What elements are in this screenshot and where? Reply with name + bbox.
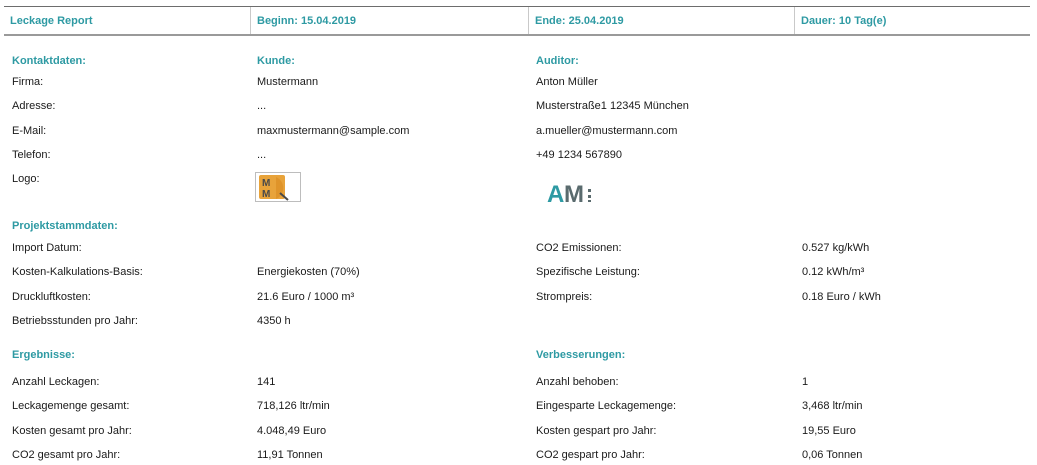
project-section-label: Projektstammdaten:: [12, 220, 118, 232]
end-date: Ende: 25.04.2019: [528, 7, 794, 34]
field-label: Firma:: [12, 76, 44, 88]
field-value: 0.12 kWh/m³: [802, 266, 865, 278]
field-value: 3,468 ltr/min: [802, 400, 863, 412]
field-value: 0.18 Euro / kWh: [802, 291, 881, 303]
project-section-header: Projektstammdaten:: [0, 216, 1037, 236]
field-value: 1: [802, 376, 809, 388]
results-section-header: Ergebnisse: Verbesserungen:: [0, 345, 1037, 365]
duration: Dauer: 10 Tag(e): [794, 7, 1030, 34]
contact-section-label: Kontaktdaten:: [12, 55, 86, 67]
begin-date: Beginn: 15.04.2019: [250, 7, 528, 34]
contact-row-email: E-Mail: maxmustermann@sample.com a.muell…: [0, 121, 1037, 141]
report-title: Leckage Report: [10, 14, 93, 27]
field-value: 718,126 ltr/min: [257, 400, 330, 412]
field-label: Logo:: [12, 173, 40, 185]
field-label: Anzahl Leckagen:: [12, 376, 100, 388]
auditor-value: a.mueller@mustermann.com: [536, 125, 678, 137]
field-label: Eingesparte Leckagemenge:: [536, 400, 677, 412]
auditor-value: +49 1234 567890: [536, 149, 622, 161]
mm-logo-icon: M M: [259, 175, 289, 201]
field-label: Anzahl behoben:: [536, 376, 619, 388]
field-value: 0.527 kg/kWh: [802, 242, 870, 254]
customer-label: Kunde:: [257, 55, 295, 67]
field-label: Telefon:: [12, 149, 51, 161]
results-row: Kosten gesamt pro Jahr: 4.048,49 Euro Ko…: [0, 421, 1037, 441]
svg-text:M: M: [262, 189, 270, 200]
contact-row-firma: Firma: Mustermann Anton Müller: [0, 72, 1037, 92]
field-label: Betriebsstunden pro Jahr:: [12, 315, 138, 327]
field-label: Spezifische Leistung:: [536, 266, 640, 278]
project-row: Betriebsstunden pro Jahr: 4350 h: [0, 311, 1037, 331]
am-logo-icon: A M: [547, 181, 591, 208]
contact-row-adresse: Adresse: ... Musterstraße1 12345 München: [0, 96, 1037, 116]
customer-value: ...: [257, 100, 267, 112]
auditor-label: Auditor:: [536, 55, 579, 67]
svg-text:M: M: [262, 178, 270, 189]
field-value: 19,55 Euro: [802, 425, 856, 437]
results-section-label: Ergebnisse:: [12, 349, 75, 361]
svg-text:A: A: [547, 181, 564, 208]
project-row: Import Datum: CO2 Emissionen: 0.527 kg/k…: [0, 238, 1037, 258]
contact-row-logo: Logo:: [0, 169, 1037, 189]
customer-value: ...: [257, 149, 267, 161]
field-value: 4.048,49 Euro: [257, 425, 327, 437]
field-label: CO2 gespart pro Jahr:: [536, 449, 645, 461]
field-value: Energiekosten (70%): [257, 266, 360, 278]
field-label: E-Mail:: [12, 125, 47, 137]
field-label: Druckluftkosten:: [12, 291, 91, 303]
results-row: CO2 gesamt pro Jahr: 11,91 Tonnen CO2 ge…: [0, 445, 1037, 465]
improvements-section-label: Verbesserungen:: [536, 349, 626, 361]
customer-value: Mustermann: [257, 76, 319, 88]
project-row: Druckluftkosten: 21.6 Euro / 1000 m³ Str…: [0, 287, 1037, 307]
field-value: 4350 h: [257, 315, 291, 327]
field-value: 0,06 Tonnen: [802, 449, 863, 461]
results-row: Anzahl Leckagen: 141 Anzahl behoben: 1: [0, 372, 1037, 392]
results-row: Leckagemenge gesamt: 718,126 ltr/min Ein…: [0, 396, 1037, 416]
field-label: Adresse:: [12, 100, 56, 112]
field-label: Strompreis:: [536, 291, 593, 303]
field-label: Kosten gespart pro Jahr:: [536, 425, 657, 437]
auditor-value: Musterstraße1 12345 München: [536, 100, 689, 112]
report-header: Leckage Report Beginn: 15.04.2019 Ende: …: [4, 6, 1030, 36]
auditor-value: Anton Müller: [536, 76, 598, 88]
customer-value: maxmustermann@sample.com: [257, 125, 410, 137]
contact-row-telefon: Telefon: ... +49 1234 567890: [0, 145, 1037, 165]
auditor-logo: A M: [546, 176, 606, 208]
field-value: 141: [257, 376, 276, 388]
field-label: Kosten-Kalkulations-Basis:: [12, 266, 143, 278]
field-value: 11,91 Tonnen: [257, 449, 323, 461]
field-label: Leckagemenge gesamt:: [12, 400, 130, 412]
project-row: Kosten-Kalkulations-Basis: Energiekosten…: [0, 262, 1037, 282]
field-label: CO2 Emissionen:: [536, 242, 622, 254]
contact-section-header: Kontaktdaten: Kunde: Auditor:: [0, 51, 1037, 71]
field-label: CO2 gesamt pro Jahr:: [12, 449, 121, 461]
field-label: Kosten gesamt pro Jahr:: [12, 425, 132, 437]
customer-logo: M M: [255, 172, 301, 202]
field-label: Import Datum:: [12, 242, 82, 254]
svg-text:M: M: [564, 181, 584, 208]
field-value: 21.6 Euro / 1000 m³: [257, 291, 355, 303]
